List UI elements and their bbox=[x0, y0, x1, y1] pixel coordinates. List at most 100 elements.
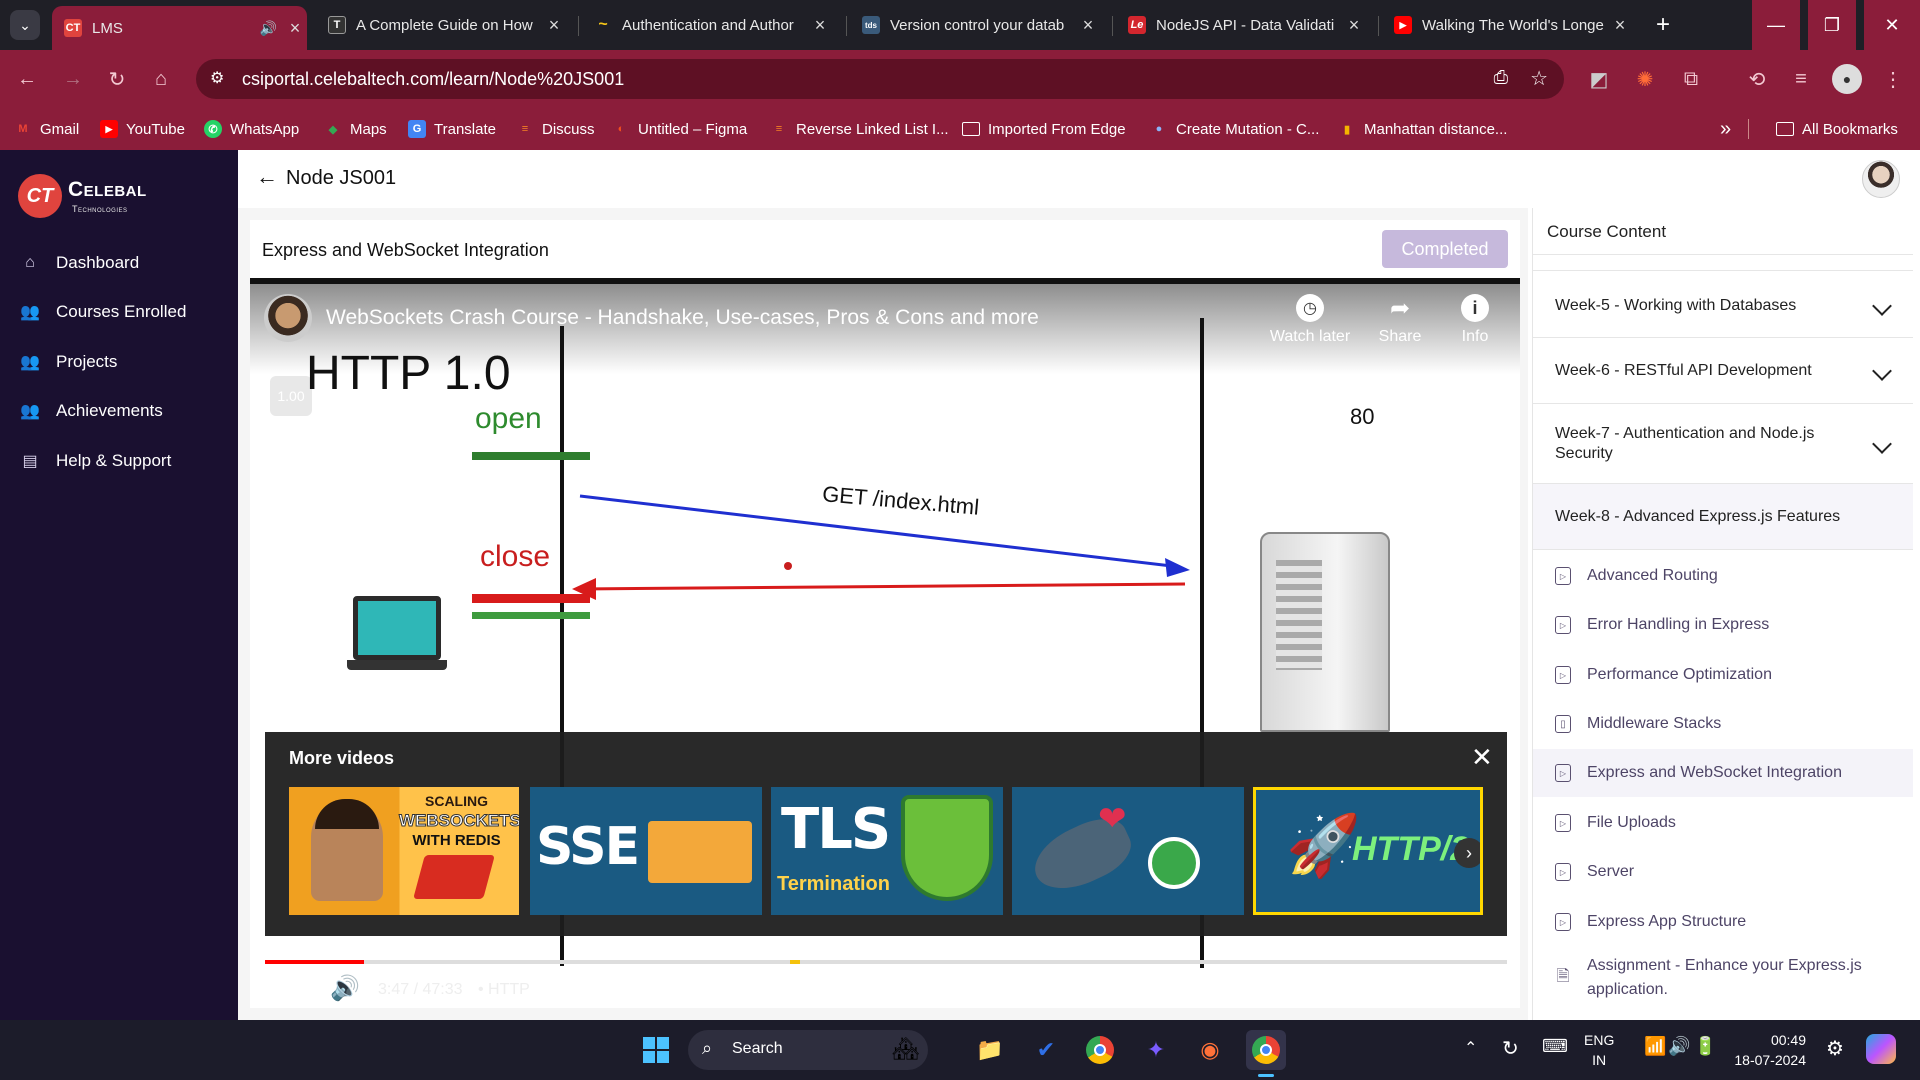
windows-start-icon[interactable] bbox=[636, 1030, 676, 1070]
firefox-icon[interactable]: ◉ bbox=[1190, 1030, 1230, 1070]
profile-avatar-icon[interactable]: ● bbox=[1832, 64, 1862, 94]
bookmark-manhattan[interactable]: ▮ Manhattan distance... bbox=[1338, 108, 1507, 150]
more-bookmarks-button[interactable]: » bbox=[1720, 108, 1731, 150]
bookmark-reverse-linked-list[interactable]: ≡ Reverse Linked List I... bbox=[770, 108, 949, 150]
video-player[interactable]: WebSockets Crash Course - Handshake, Use… bbox=[250, 278, 1520, 1008]
reload-icon[interactable]: ↻ bbox=[102, 64, 132, 94]
bookmark-create-mutation[interactable]: ● Create Mutation - C... bbox=[1150, 108, 1320, 150]
next-videos-arrow-icon[interactable]: › bbox=[1454, 838, 1480, 868]
chapter-title[interactable]: • HTTP bbox=[478, 981, 530, 999]
close-tab-icon[interactable]: × bbox=[1076, 15, 1100, 36]
wifi-icon[interactable]: 📶 bbox=[1644, 1036, 1666, 1057]
extensions-puzzle-icon[interactable]: ⧉ bbox=[1676, 64, 1706, 94]
lesson-item[interactable]: ▷ Server bbox=[1533, 848, 1913, 896]
menu-kebab-icon[interactable]: ⋮ bbox=[1878, 64, 1908, 94]
bookmark-gmail[interactable]: M Gmail bbox=[14, 108, 79, 150]
youtube-logo[interactable]: YouTube bbox=[1378, 976, 1463, 1002]
volume-icon[interactable]: 🔊 bbox=[330, 974, 360, 1004]
tab-guide[interactable]: T A Complete Guide on How × bbox=[316, 8, 566, 42]
week-5-accordion[interactable]: Week-5 - Working with Databases bbox=[1533, 274, 1913, 338]
related-video-sse[interactable]: SSE bbox=[530, 787, 762, 915]
restore-button[interactable]: ❐ bbox=[1808, 0, 1856, 50]
tab-lms[interactable]: CT LMS 🔊 × bbox=[52, 6, 307, 50]
lesson-item[interactable]: ▷ File Uploads bbox=[1533, 799, 1913, 847]
todo-icon[interactable]: ✔ bbox=[1026, 1030, 1066, 1070]
close-tab-icon[interactable]: × bbox=[542, 15, 566, 36]
copilot-icon[interactable] bbox=[1866, 1034, 1896, 1064]
tab-youtube-walking[interactable]: ▶ Walking The World's Longe × bbox=[1382, 8, 1632, 42]
new-tab-button[interactable]: + bbox=[1648, 8, 1678, 42]
close-tab-icon[interactable]: × bbox=[808, 15, 832, 36]
celebal-logo[interactable]: CT Celebal Technologies bbox=[18, 174, 218, 220]
bookmark-translate[interactable]: G Translate bbox=[408, 108, 496, 150]
lesson-item[interactable]: ▷ Advanced Routing bbox=[1533, 552, 1913, 600]
speaker-icon[interactable]: 🔊 bbox=[260, 20, 277, 37]
tab-version-control[interactable]: tds Version control your datab × bbox=[850, 8, 1100, 42]
back-arrow-icon[interactable]: ← bbox=[12, 64, 42, 94]
bookmark-youtube[interactable]: ▶ YouTube bbox=[100, 108, 185, 150]
tab-authentication[interactable]: ~ Authentication and Author × bbox=[582, 8, 832, 42]
file-explorer-icon[interactable]: 📁 bbox=[970, 1030, 1010, 1070]
bookmark-figma[interactable]: ◐ Untitled – Figma bbox=[612, 108, 748, 150]
fullscreen-icon[interactable]: ⛶ bbox=[1462, 976, 1479, 1004]
keyboard-icon[interactable]: ⌨ bbox=[1542, 1036, 1568, 1057]
extension-icon[interactable]: ◩ bbox=[1584, 64, 1614, 94]
related-video-scaling-websockets[interactable]: SCALING WEBSOCKETS WITH REDIS bbox=[289, 787, 519, 915]
minimize-button[interactable]: — bbox=[1752, 0, 1800, 50]
clock[interactable]: 00:49 18-07-2024 bbox=[1730, 1030, 1806, 1070]
bookmark-discuss[interactable]: ≡ Discuss bbox=[516, 108, 595, 150]
completed-button[interactable]: Completed bbox=[1382, 230, 1508, 268]
app-icon[interactable]: ✦ bbox=[1136, 1030, 1176, 1070]
url-text[interactable]: csiportal.celebaltech.com/learn/Node%20J… bbox=[242, 69, 624, 90]
home-icon[interactable]: ⌂ bbox=[146, 64, 176, 94]
tab-search-button[interactable]: ⌄ bbox=[10, 10, 40, 40]
week-8-accordion[interactable]: Week-8 - Advanced Express.js Features bbox=[1533, 484, 1913, 550]
close-tab-icon[interactable]: × bbox=[283, 18, 307, 39]
related-video-shark[interactable]: ❤ bbox=[1012, 787, 1244, 915]
nav-help-support[interactable]: ▤ Help & Support bbox=[20, 446, 171, 476]
lesson-item[interactable]: ▷ Performance Optimization bbox=[1533, 651, 1913, 699]
play-button[interactable]: ▶ bbox=[278, 974, 308, 1004]
chrome-active-icon[interactable] bbox=[1246, 1030, 1286, 1070]
postman-icon[interactable]: ✺ bbox=[1630, 64, 1660, 94]
nav-achievements[interactable]: 👥 Achievements bbox=[20, 396, 163, 426]
captions-icon[interactable]: CC bbox=[1294, 978, 1322, 1000]
tab-nodejs-api[interactable]: Le NodeJS API - Data Validati × bbox=[1116, 8, 1366, 42]
close-tab-icon[interactable]: × bbox=[1608, 15, 1632, 36]
settings-gear-icon[interactable]: ⚙ bbox=[1826, 1036, 1844, 1061]
lesson-item[interactable]: ▷ Error Handling in Express bbox=[1533, 601, 1913, 649]
close-more-videos-icon[interactable]: ✕ bbox=[1471, 742, 1493, 773]
all-bookmarks-folder[interactable]: All Bookmarks bbox=[1776, 108, 1898, 150]
close-tab-icon[interactable]: × bbox=[1342, 15, 1366, 36]
nav-projects[interactable]: 👥 Projects bbox=[20, 347, 117, 377]
taskbar-search[interactable]: ⌕ Search 🏘 bbox=[688, 1030, 928, 1070]
nav-courses-enrolled[interactable]: 👥 Courses Enrolled bbox=[20, 297, 186, 327]
back-arrow-icon[interactable]: ← bbox=[256, 164, 278, 190]
bookmark-whatsapp[interactable]: ✆ WhatsApp bbox=[204, 108, 299, 150]
install-app-icon[interactable]: ⎙ bbox=[1494, 67, 1508, 88]
chrome-icon[interactable] bbox=[1080, 1030, 1120, 1070]
progress-track[interactable] bbox=[265, 960, 1507, 964]
battery-icon[interactable]: 🔋 bbox=[1694, 1036, 1716, 1057]
settings-gear-icon[interactable]: ⚙ bbox=[1338, 972, 1361, 1003]
bookmark-folder-imported[interactable]: Imported From Edge bbox=[962, 108, 1126, 150]
performance-icon[interactable]: ⟲ bbox=[1742, 64, 1772, 94]
sync-icon[interactable]: ↻ bbox=[1502, 1036, 1519, 1061]
bookmark-maps[interactable]: ◆ Maps bbox=[324, 108, 387, 150]
week-7-accordion[interactable]: Week-7 - Authentication and Node.js Secu… bbox=[1533, 404, 1913, 484]
site-info-icon[interactable]: ⚙ bbox=[210, 68, 224, 88]
nav-dashboard[interactable]: ⌂ Dashboard bbox=[20, 248, 139, 278]
related-video-http2[interactable]: 🚀 HTTP/2 › bbox=[1253, 787, 1483, 915]
lesson-item[interactable]: ▷ Express App Structure bbox=[1533, 898, 1913, 946]
media-control-icon[interactable]: ≡ bbox=[1786, 64, 1816, 94]
close-window-button[interactable]: ✕ bbox=[1864, 0, 1920, 50]
lesson-item[interactable]: ▯ Middleware Stacks bbox=[1533, 700, 1913, 748]
lesson-item[interactable]: 🗎 Assignment - Enhance your Express.js ap… bbox=[1533, 948, 1913, 1008]
week-6-accordion[interactable]: Week-6 - RESTful API Development bbox=[1533, 338, 1913, 404]
language-indicator[interactable]: ENG IN bbox=[1584, 1030, 1614, 1070]
address-bar[interactable]: ⚙ csiportal.celebaltech.com/learn/Node%2… bbox=[196, 59, 1564, 99]
lesson-item-active[interactable]: ▷ Express and WebSocket Integration bbox=[1533, 749, 1913, 797]
related-video-tls[interactable]: TLS Termination bbox=[771, 787, 1003, 915]
tray-overflow-icon[interactable]: ⌃ bbox=[1464, 1038, 1477, 1058]
forward-arrow-icon[interactable]: → bbox=[58, 64, 88, 94]
